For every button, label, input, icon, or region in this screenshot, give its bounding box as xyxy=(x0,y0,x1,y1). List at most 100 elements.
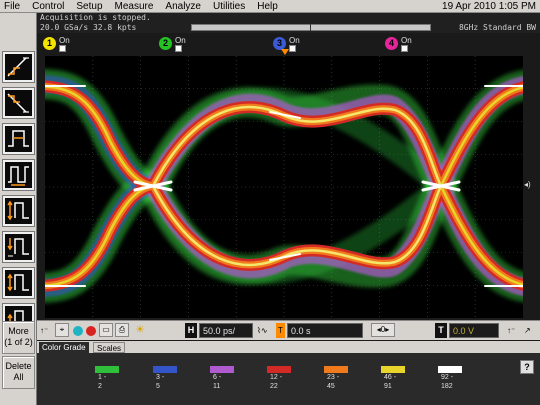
channel-3-checkbox[interactable] xyxy=(289,45,296,52)
sample-rate: 20.0 GSa/s 32.8 kpts xyxy=(40,23,137,32)
record-position-marker xyxy=(310,24,311,31)
legend-high-4: 22 xyxy=(270,383,278,390)
legend-high-7: 182 xyxy=(441,383,453,390)
help-button[interactable]: ? xyxy=(520,360,534,374)
channel-2-badge: 2 xyxy=(159,37,172,50)
legend-swatch-3: 6 - 11 xyxy=(210,366,234,391)
legend-low-4: 12 - xyxy=(270,374,283,381)
color-grade-legend: 1 - 2 3 - 5 6 - 11 12 - 22 23 - 45 46 - … xyxy=(37,353,540,405)
menu-control[interactable]: Control xyxy=(26,0,70,13)
legend-high-2: 5 xyxy=(156,383,160,390)
legend-low-1: 1 - xyxy=(98,374,107,381)
legend-color-1 xyxy=(95,366,119,373)
record-position-bar[interactable] xyxy=(191,24,431,31)
legend-swatch-7: 92 - 182 xyxy=(438,366,462,391)
period-icon xyxy=(8,166,29,186)
period-measure-button[interactable] xyxy=(2,159,35,191)
amplitude-measure-button[interactable] xyxy=(2,195,35,227)
eye-traces xyxy=(45,69,523,303)
legend-swatch-4: 12 - 22 xyxy=(267,366,291,391)
tab-color-grade[interactable]: Color Grade xyxy=(39,342,89,353)
legend-high-6: 91 xyxy=(384,383,392,390)
marker-arrow-icon[interactable]: ↑⁻ xyxy=(40,323,48,338)
channel-4-checkbox[interactable] xyxy=(401,45,408,52)
legend-low-5: 23 - xyxy=(327,374,340,381)
autoscale-icon[interactable]: ☀ xyxy=(135,323,145,338)
timebase-adjust-icon[interactable]: ⌇∿ xyxy=(257,323,268,338)
vpp-measure-button[interactable] xyxy=(2,267,35,299)
channel-1-checkbox[interactable] xyxy=(59,45,66,52)
print-icon[interactable]: ⎙ xyxy=(115,323,129,337)
delete-all-button[interactable]: Delete All xyxy=(2,356,35,389)
vpp-icon xyxy=(7,273,29,292)
control-bar: ↑⁻ ⌖ ▭ ⎙ ☀ H 50.0 ps/ ⌇∿ T 0.0 s ◂0▸ T 0… xyxy=(37,320,540,340)
legend-swatch-1: 1 - 2 xyxy=(95,366,119,391)
rising-edge-icon xyxy=(7,57,29,77)
falling-edge-icon xyxy=(7,93,29,113)
legend-swatch-2: 3 - 5 xyxy=(153,366,177,391)
menu-bar: File Control Setup Measure Analyze Utili… xyxy=(0,0,540,13)
legend-color-7 xyxy=(438,366,462,373)
channel-2-checkbox[interactable] xyxy=(175,45,182,52)
more-button[interactable]: More (1 of 2) xyxy=(2,321,35,354)
rising-edge-trigger-button[interactable] xyxy=(2,51,35,83)
legend-tabs: Color Grade Scales xyxy=(37,341,540,353)
menu-measure[interactable]: Measure xyxy=(109,0,160,13)
step-right-icon[interactable]: ▸ xyxy=(385,325,389,334)
menu-setup[interactable]: Setup xyxy=(70,0,108,13)
pulse-width-icon xyxy=(8,130,29,147)
amplitude-icon xyxy=(7,200,29,221)
top-base-measure-button[interactable] xyxy=(2,231,35,263)
trigger-key[interactable]: T xyxy=(435,323,447,338)
falling-edge-trigger-button[interactable] xyxy=(2,87,35,119)
cursor-tool-icon[interactable]: ⌖ xyxy=(55,323,69,337)
delay-step-control[interactable]: ◂0▸ xyxy=(371,323,395,337)
legend-color-3 xyxy=(210,366,234,373)
pulse-width-button[interactable] xyxy=(2,123,35,155)
trigger-slope-icon[interactable]: ↑⁻ xyxy=(507,323,515,338)
trigger-position-marker[interactable] xyxy=(281,49,289,55)
trigger-level-field[interactable]: 0.0 V xyxy=(449,323,499,338)
delay-field[interactable]: 0.0 s xyxy=(287,323,363,338)
eye-diagram xyxy=(45,56,523,318)
acquisition-status: Acquisition is stopped. xyxy=(40,13,151,22)
date-time: 19 Apr 2010 1:05 PM xyxy=(442,0,536,12)
expand-icon[interactable]: ↗ xyxy=(524,323,531,338)
channel-offset-marker[interactable]: ◂) xyxy=(524,180,531,189)
legend-swatch-5: 23 - 45 xyxy=(324,366,348,391)
legend-high-3: 11 xyxy=(213,383,221,390)
legend-color-6 xyxy=(381,366,405,373)
legend-low-3: 6 - xyxy=(213,374,222,381)
legend-low-2: 3 - xyxy=(156,374,165,381)
run-button[interactable] xyxy=(73,326,83,336)
tab-scales[interactable]: Scales xyxy=(93,342,126,353)
left-toolbar: More (1 of 2) Delete All xyxy=(0,13,37,405)
timebase-field[interactable]: 50.0 ps/ xyxy=(199,323,253,338)
single-acquire-icon[interactable]: ▭ xyxy=(99,323,113,337)
channel-2-on-label: On xyxy=(175,36,186,45)
waveform-display[interactable] xyxy=(45,56,523,318)
bandwidth-label: 8GHz Standard BW xyxy=(458,23,536,32)
channel-1-badge: 1 xyxy=(43,37,56,50)
menu-analyze[interactable]: Analyze xyxy=(159,0,207,13)
legend-high-1: 2 xyxy=(98,383,102,390)
status-bar: Acquisition is stopped. 20.0 GSa/s 32.8 … xyxy=(37,13,540,33)
horizontal-key[interactable]: H xyxy=(185,323,197,338)
legend-high-5: 45 xyxy=(327,383,335,390)
legend-color-4 xyxy=(267,366,291,373)
stop-button[interactable] xyxy=(86,326,96,336)
legend-color-2 xyxy=(153,366,177,373)
legend-low-6: 46 - xyxy=(384,374,397,381)
menu-utilities[interactable]: Utilities xyxy=(207,0,251,13)
top-base-icon xyxy=(7,238,29,257)
channel-4-on-label: On xyxy=(401,36,412,45)
channel-4-badge: 4 xyxy=(385,37,398,50)
channel-3-on-label: On xyxy=(289,36,300,45)
menu-help[interactable]: Help xyxy=(251,0,284,13)
legend-low-7: 92 - xyxy=(441,374,454,381)
channel-1-on-label: On xyxy=(59,36,70,45)
trigger-delay-marker-icon[interactable]: T xyxy=(276,323,285,338)
legend-color-5 xyxy=(324,366,348,373)
legend-swatch-6: 46 - 91 xyxy=(381,366,405,391)
menu-file[interactable]: File xyxy=(0,0,26,13)
